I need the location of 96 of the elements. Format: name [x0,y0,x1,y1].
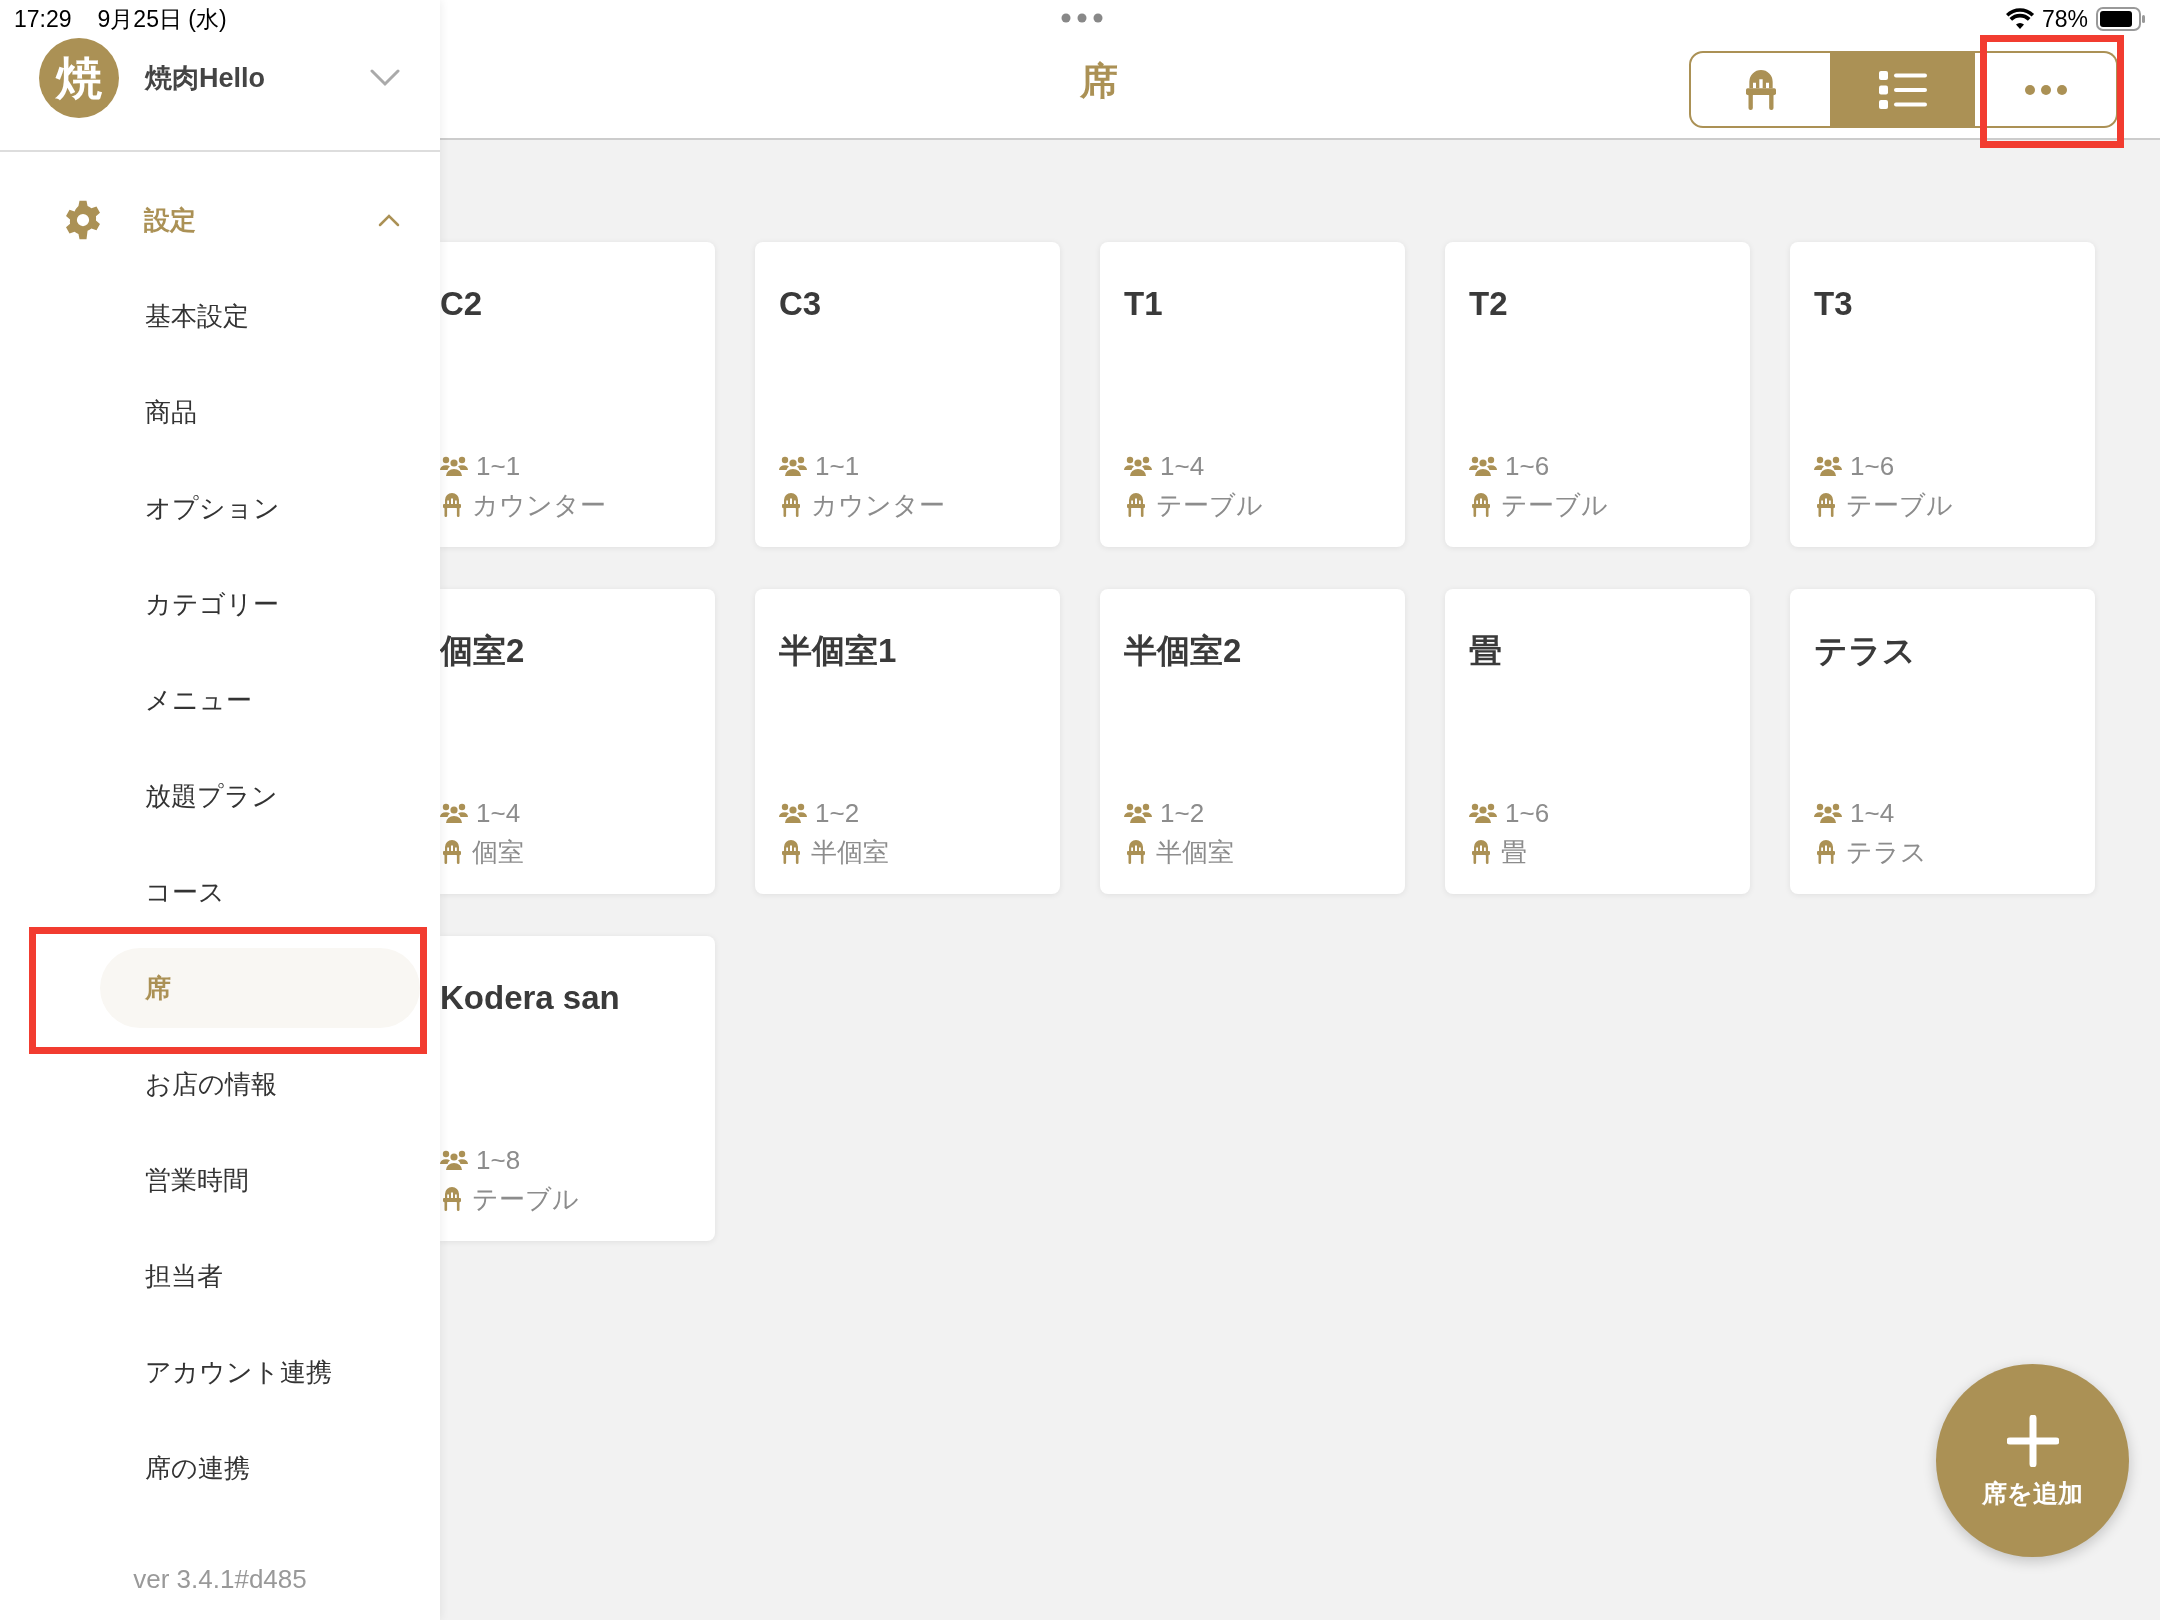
seat-type: カウンター [472,489,606,521]
people-icon [1124,455,1152,478]
menu-item[interactable]: メニュー [100,660,420,740]
chevron-up-icon[interactable] [378,212,400,228]
version-label: ver 3.4.1#d485 [132,1563,308,1596]
chair-icon [440,1186,464,1213]
menu-item[interactable]: お店の情報 [100,1044,420,1124]
seat-name: T2 [1469,284,1509,324]
seat-capacity: 1~1 [815,450,860,482]
menu-item[interactable]: 基本設定 [100,276,420,356]
menu-item[interactable]: 席の連携 [100,1428,420,1508]
people-icon [1469,455,1497,478]
seat-capacity: 1~4 [1850,797,1895,829]
chair-icon [1124,492,1148,519]
chair-icon [1814,839,1838,866]
menu-item[interactable]: オプション [100,468,420,548]
seat-card[interactable]: C3 1~1 カウンター [755,242,1060,547]
people-icon [440,455,468,478]
chair-icon [779,492,803,519]
seat-capacity: 1~8 [476,1144,521,1176]
shop-avatar: 焼 [39,38,119,118]
page-title: 席 [1079,62,1119,100]
seat-name: T1 [1124,284,1164,324]
seat-card[interactable]: Kodera san 1~8 テーブル [440,936,715,1241]
seat-capacity: 1~1 [476,450,521,482]
people-icon [440,1149,468,1172]
menu-item[interactable]: コース [100,852,420,932]
chair-icon [1469,492,1493,519]
menu-item[interactable]: 担当者 [100,1236,420,1316]
chair-icon [440,839,464,866]
seat-capacity: 1~4 [476,797,521,829]
list-view-tab[interactable] [1832,51,1975,128]
chair-icon [1469,839,1493,866]
menu-item[interactable]: 営業時間 [100,1140,420,1220]
list-icon [1878,70,1927,109]
chair-icon [440,492,464,519]
menu-item[interactable]: 商品 [100,372,420,452]
people-icon [1814,802,1842,825]
seat-name: C3 [779,284,823,324]
seat-capacity: 1~2 [815,797,860,829]
people-icon [440,802,468,825]
seat-name: Kodera san [440,978,621,1018]
seat-type: 畳 [1501,836,1527,868]
seat-name: 半個室1 [779,631,898,671]
people-icon [779,455,807,478]
seat-view-tab[interactable] [1689,51,1832,128]
status-time: 17:29 [14,4,72,34]
menu-item[interactable]: 放題プラン [100,756,420,836]
plus-icon [2006,1415,2059,1468]
seat-type: テーブル [472,1183,579,1215]
seat-capacity: 1~2 [1160,797,1205,829]
seat-card[interactable]: 畳 1~6 畳 [1445,589,1750,894]
seat-capacity: 1~4 [1160,450,1205,482]
seat-card[interactable]: T2 1~6 テーブル [1445,242,1750,547]
seat-type: テーブル [1846,489,1953,521]
seat-type: テーブル [1156,489,1263,521]
chair-icon [1814,492,1838,519]
seat-capacity: 1~6 [1505,450,1550,482]
seat-type: 半個室 [811,836,889,868]
menu-item[interactable]: アカウント連携 [100,1332,420,1412]
seat-type: テーブル [1501,489,1608,521]
seat-card[interactable]: T1 1~4 テーブル [1100,242,1405,547]
seat-capacity: 1~6 [1850,450,1895,482]
seat-type: テラス [1846,836,1927,868]
seat-card[interactable]: C2 1~1 カウンター [440,242,715,547]
battery-icon [2096,7,2146,31]
chair-icon [779,839,803,866]
shop-name: 焼肉Hello [145,61,265,95]
more-button[interactable] [1975,51,2118,128]
seat-type: 半個室 [1156,836,1234,868]
seat-type: カウンター [811,489,945,521]
seat-card[interactable]: 半個室1 1~2 半個室 [755,589,1060,894]
seat-name: 半個室2 [1124,631,1243,671]
seat-name: 畳 [1469,631,1503,671]
chair-icon [1124,839,1148,866]
people-icon [1124,802,1152,825]
multitask-dots-icon [1060,12,1104,24]
seat-name: 個室2 [440,631,526,671]
seat-card[interactable]: 個室2 1~4 個室 [440,589,715,894]
people-icon [1814,455,1842,478]
seat-card[interactable]: テラス 1~4 テラス [1790,589,2095,894]
people-icon [1469,802,1497,825]
seat-capacity: 1~6 [1505,797,1550,829]
wifi-icon [2005,8,2034,30]
seat-card[interactable]: 半個室2 1~2 半個室 [1100,589,1405,894]
battery-level: 78% [2041,4,2088,34]
people-icon [779,802,807,825]
status-date: 9月25日 (水) [97,4,227,34]
menu-item[interactable]: カテゴリー [100,564,420,644]
more-icon [2023,83,2068,96]
seat-type: 個室 [472,836,524,868]
seat-name: T3 [1814,284,1854,324]
seat-name: テラス [1814,631,1917,671]
seat-name: C2 [440,284,484,324]
chevron-down-icon[interactable] [370,69,400,87]
seat-card[interactable]: T3 1~6 テーブル [1790,242,2095,547]
